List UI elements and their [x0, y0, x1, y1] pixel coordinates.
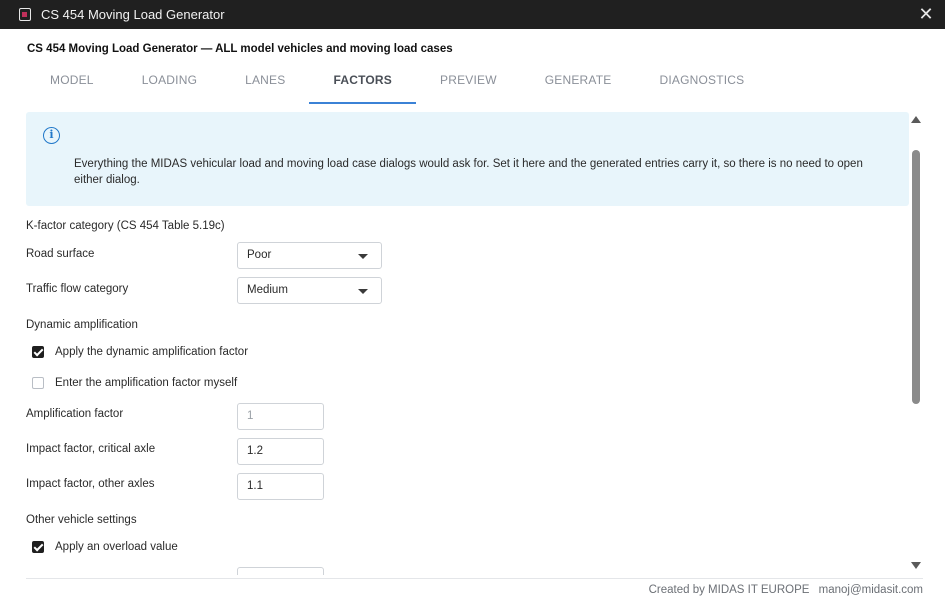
tab-model[interactable]: MODEL: [26, 66, 118, 104]
close-icon[interactable]: ✕: [915, 3, 937, 25]
window-title: CS 454 Moving Load Generator: [41, 7, 225, 22]
apply-daf-checkbox[interactable]: [32, 346, 44, 358]
apply-daf-label: Apply the dynamic amplification factor: [55, 346, 249, 358]
app-icon: [19, 8, 31, 21]
traffic-flow-select[interactable]: Medium: [237, 277, 382, 304]
footer-divider: [26, 578, 923, 579]
traffic-flow-value: Medium: [247, 284, 288, 296]
footer-email: manoj@midasit.com: [818, 584, 923, 596]
footer-credit: Created by MIDAS IT EUROPE: [648, 584, 810, 596]
page-title: CS 454 Moving Load Generator — ALL model…: [27, 43, 453, 55]
info-banner: i Everything the MIDAS vehicular load an…: [26, 112, 909, 206]
tab-generate[interactable]: GENERATE: [521, 66, 636, 104]
impact-other-label: Impact factor, other axles: [26, 478, 155, 490]
impact-critical-label: Impact factor, critical axle: [26, 443, 156, 455]
dynamic-heading: Dynamic amplification: [26, 319, 138, 331]
scrollbar-thumb[interactable]: [912, 150, 920, 404]
enter-factor-label: Enter the amplification factor myself: [55, 377, 238, 389]
apply-daf-checkbox-row[interactable]: Apply the dynamic amplification factor: [32, 344, 248, 360]
road-surface-value: Poor: [247, 249, 272, 261]
tab-preview[interactable]: PREVIEW: [416, 66, 521, 104]
impact-other-input[interactable]: 1.1: [237, 473, 324, 500]
road-surface-label: Road surface: [26, 248, 95, 260]
info-circle-icon: i: [43, 127, 60, 144]
footer: Created by MIDAS IT EUROPE manoj@midasit…: [643, 584, 923, 596]
road-surface-select[interactable]: Poor: [237, 242, 382, 269]
apply-overload-checkbox[interactable]: [32, 541, 44, 553]
tab-loading[interactable]: LOADING: [118, 66, 221, 104]
apply-overload-checkbox-row[interactable]: Apply an overload value: [32, 539, 178, 555]
enter-factor-checkbox[interactable]: [32, 377, 44, 389]
overload-value-input[interactable]: [237, 567, 324, 575]
scroll-down-arrow-icon[interactable]: [911, 562, 921, 569]
info-text: Everything the MIDAS vehicular load and …: [74, 158, 863, 186]
chevron-down-icon: [358, 289, 368, 294]
traffic-flow-label: Traffic flow category: [26, 283, 129, 295]
tab-diagnostics[interactable]: DIAGNOSTICS: [635, 66, 768, 104]
enter-factor-checkbox-row[interactable]: Enter the amplification factor myself: [32, 375, 237, 391]
other-settings-heading: Other vehicle settings: [26, 514, 137, 526]
scroll-up-arrow-icon[interactable]: [911, 116, 921, 123]
amplification-factor-label: Amplification factor: [26, 408, 124, 420]
tab-factors[interactable]: FACTORS: [309, 66, 416, 104]
title-bar: CS 454 Moving Load Generator ✕: [0, 0, 945, 29]
tab-bar: MODEL LOADING LANES FACTORS PREVIEW GENE…: [26, 66, 768, 104]
scrollbar[interactable]: [910, 112, 923, 575]
apply-overload-label: Apply an overload value: [55, 541, 178, 553]
kfactor-heading: K-factor category (CS 454 Table 5.19c): [26, 220, 225, 232]
amplification-factor-input[interactable]: 1: [237, 403, 324, 430]
impact-critical-input[interactable]: 1.2: [237, 438, 324, 465]
factors-panel: i Everything the MIDAS vehicular load an…: [0, 112, 910, 575]
tab-lanes[interactable]: LANES: [221, 66, 309, 104]
chevron-down-icon: [358, 254, 368, 259]
